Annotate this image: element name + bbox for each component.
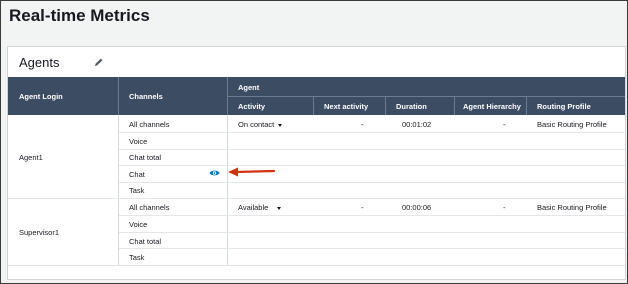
duration-value: 00:01:02 <box>402 120 432 129</box>
activity-value: Available <box>238 203 269 212</box>
header-next-activity[interactable]: Next activity <box>314 97 386 115</box>
caret-down-icon <box>277 206 282 210</box>
row-divider <box>119 165 625 166</box>
activity-dropdown[interactable]: On contact <box>238 120 283 129</box>
channel-label: Chat <box>129 170 145 179</box>
eye-icon[interactable] <box>209 169 220 177</box>
routing-profile-value: Basic Routing Profile <box>537 203 607 212</box>
activity-value: On contact <box>238 120 275 129</box>
channel-label: Chat total <box>129 237 162 246</box>
header-agent-hierarchy[interactable]: Agent Hierarchy <box>455 97 527 115</box>
agent-login[interactable]: Supervisor1 <box>19 228 59 237</box>
header-routing-profile[interactable]: Routing Profile <box>527 97 625 115</box>
row-divider <box>119 132 625 133</box>
activity-dropdown[interactable]: Available <box>238 203 282 212</box>
row-divider <box>8 198 625 199</box>
pencil-icon[interactable] <box>94 57 104 67</box>
channel-label: Task <box>129 253 145 262</box>
row-divider <box>119 232 625 233</box>
card-title: Agents <box>19 55 60 70</box>
row-divider <box>119 248 625 249</box>
hierarchy-value: - <box>503 120 506 129</box>
channel-label: Voice <box>129 220 148 229</box>
channel-label: Chat total <box>129 153 162 162</box>
channel-label: All channels <box>129 120 170 129</box>
column-divider <box>227 115 228 265</box>
channel-label: All channels <box>129 203 170 212</box>
caret-down-icon <box>278 123 283 127</box>
agents-card: Agents Agent Login Channels Agent Activi… <box>7 46 626 280</box>
header-group-agent: Agent <box>228 77 625 97</box>
column-divider <box>118 115 119 265</box>
routing-profile-value: Basic Routing Profile <box>537 120 607 129</box>
red-arrow-annotation <box>228 167 276 177</box>
agent-login[interactable]: Agent1 <box>19 153 43 162</box>
duration-value: 00:00:06 <box>402 203 432 212</box>
row-divider <box>119 182 625 183</box>
row-divider <box>119 149 625 150</box>
channel-label: Task <box>129 186 145 195</box>
channel-label: Voice <box>129 137 148 146</box>
next-activity-value: - <box>361 203 364 212</box>
row-divider <box>119 215 625 216</box>
header-channels[interactable]: Channels <box>119 77 228 115</box>
hierarchy-value: - <box>503 203 506 212</box>
page-title: Real-time Metrics <box>9 6 150 25</box>
header-duration[interactable]: Duration <box>386 97 455 115</box>
row-divider <box>8 265 625 266</box>
next-activity-value: - <box>361 120 364 129</box>
header-agent-login[interactable]: Agent Login <box>8 77 119 115</box>
metrics-table: Agent Login Channels Agent Activity Next… <box>8 77 625 279</box>
header-activity[interactable]: Activity <box>228 97 314 115</box>
window-frame: Real-time Metrics Agents Agent Login Cha… <box>0 0 628 284</box>
